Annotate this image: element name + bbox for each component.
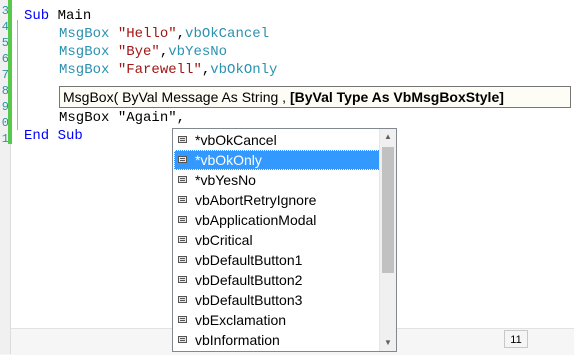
signature-prefix: MsgBox( ByVal Message As String , bbox=[63, 89, 290, 105]
enum-member-icon bbox=[178, 296, 187, 303]
completion-item[interactable]: vbApplicationModal bbox=[174, 210, 380, 230]
function-name: MsgBox bbox=[59, 62, 110, 78]
enum-member-icon bbox=[178, 176, 187, 183]
string-literal: "Again" bbox=[117, 110, 177, 126]
enum-member-icon bbox=[178, 156, 187, 163]
scrollbar-thumb[interactable] bbox=[382, 147, 394, 273]
scroll-up-arrow-icon[interactable]: ▲ bbox=[380, 129, 396, 145]
method-name: Main bbox=[49, 8, 92, 24]
enum-member-icon bbox=[178, 136, 187, 143]
function-name: MsgBox bbox=[59, 110, 110, 126]
parameter-info-tooltip: MsgBox( ByVal Message As String , [ByVal… bbox=[59, 86, 571, 108]
completion-item[interactable]: vbExclamation bbox=[174, 310, 380, 330]
enum-member-icon bbox=[178, 216, 187, 223]
enum-value: vbOkCancel bbox=[185, 26, 270, 42]
column-indicator: 11 bbox=[504, 330, 528, 348]
completion-item[interactable]: vbDefaultButton3 bbox=[174, 290, 380, 310]
intellisense-completion-list[interactable]: *vbOkCancel *vbOkOnly *vbYesNo vbAbortRe… bbox=[172, 128, 397, 352]
completion-item[interactable]: *vbOkCancel bbox=[174, 130, 380, 150]
completion-item[interactable]: vbDefaultButton2 bbox=[174, 270, 380, 290]
keyword-end: End bbox=[24, 128, 50, 144]
enum-member-icon bbox=[178, 316, 187, 323]
scroll-down-arrow-icon[interactable]: ▼ bbox=[380, 335, 396, 351]
comma: , bbox=[159, 44, 169, 60]
completion-item[interactable]: vbInformation bbox=[174, 330, 380, 350]
completion-item[interactable]: vbDefaultButton1 bbox=[174, 250, 380, 270]
block-structure-guide bbox=[17, 20, 18, 130]
enum-member-icon bbox=[178, 336, 187, 343]
string-literal: "Hello" bbox=[117, 26, 177, 42]
string-literal: "Bye" bbox=[117, 44, 160, 60]
completion-item[interactable]: vbCritical bbox=[174, 230, 380, 250]
keyword-sub: Sub bbox=[57, 128, 83, 144]
code-line-msgbox-hello[interactable]: MsgBox "Hello",vbOkCancel bbox=[59, 25, 269, 43]
enum-member-icon bbox=[178, 276, 187, 283]
code-line-end-sub[interactable]: End Sub bbox=[24, 127, 83, 145]
function-name: MsgBox bbox=[59, 26, 110, 42]
enum-value: vbYesNo bbox=[168, 44, 228, 60]
string-literal: "Farewell" bbox=[117, 62, 202, 78]
keyword-sub: Sub bbox=[24, 8, 50, 24]
completion-item[interactable]: vbAbortRetryIgnore bbox=[174, 190, 380, 210]
current-parameter: [ByVal Type As VbMsgBoxStyle] bbox=[289, 89, 504, 105]
code-line-msgbox-bye[interactable]: MsgBox "Bye",vbYesNo bbox=[59, 43, 227, 61]
code-line-msgbox-again[interactable]: MsgBox "Again", bbox=[59, 109, 185, 127]
completion-item[interactable]: *vbYesNo bbox=[174, 170, 380, 190]
completion-list-scrollbar[interactable]: ▲ ▼ bbox=[379, 129, 396, 351]
completion-item-selected[interactable]: *vbOkOnly bbox=[174, 150, 380, 170]
enum-member-icon bbox=[178, 256, 187, 263]
code-line-sub-main[interactable]: Sub Main bbox=[24, 7, 91, 25]
changed-lines-indicator bbox=[8, 0, 12, 144]
comma: , bbox=[176, 26, 186, 42]
comma: , bbox=[201, 62, 211, 78]
code-line-msgbox-farewell[interactable]: MsgBox "Farewell",vbOkOnly bbox=[59, 61, 277, 79]
enum-member-icon bbox=[178, 236, 187, 243]
comma: , bbox=[176, 110, 186, 126]
enum-member-icon bbox=[178, 196, 187, 203]
function-name: MsgBox bbox=[59, 44, 110, 60]
enum-value: vbOkOnly bbox=[210, 62, 278, 78]
